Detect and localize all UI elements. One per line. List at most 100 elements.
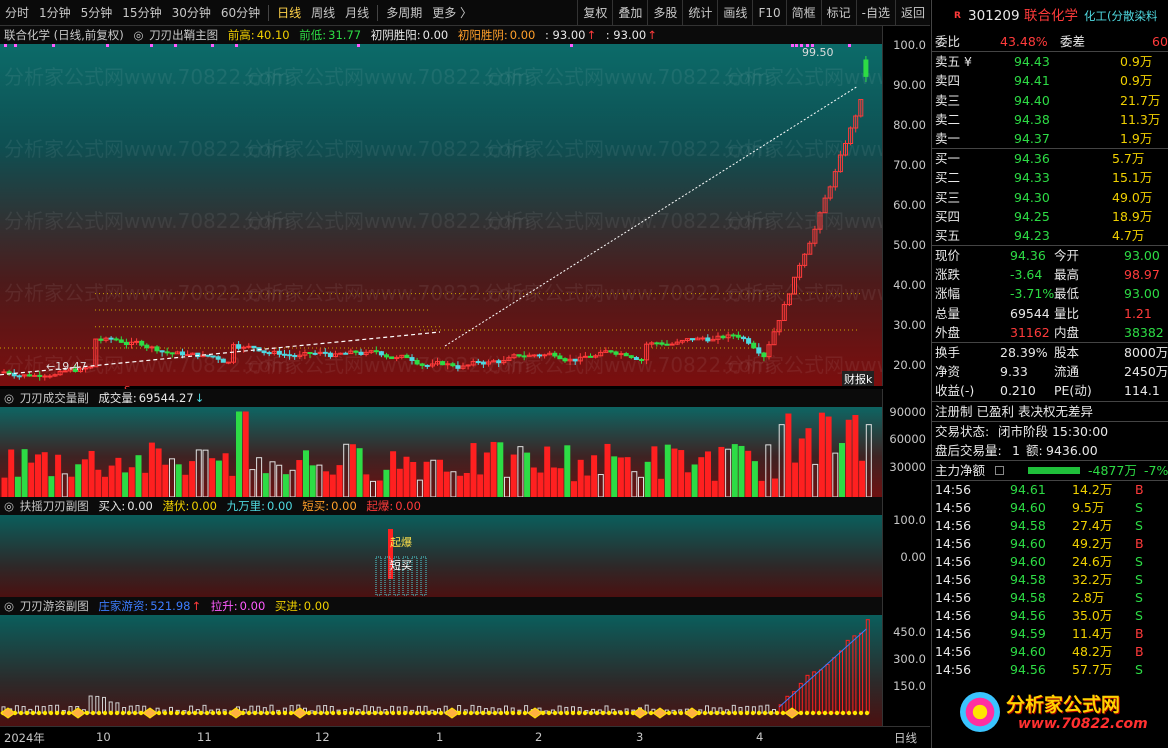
indicator-toggle-icon[interactable]: ◎ — [4, 391, 14, 405]
ask-volume: 1.9万 — [1120, 130, 1153, 146]
candle-body — [516, 354, 522, 357]
watermark-text: 分析家公式网www.70822.com — [724, 281, 882, 305]
ask-row: 卖一 94.37 1.9万 — [932, 129, 1168, 148]
ask-level-label: 卖一 — [935, 130, 961, 146]
industry-link[interactable]: 化工(分散染料 — [1084, 0, 1158, 32]
candle-body — [608, 350, 614, 353]
toolbar-tool-button[interactable]: 画线 — [717, 0, 752, 26]
youzi-indicator-name[interactable]: 刀刃游资副图 — [20, 599, 89, 613]
baseline-dot — [744, 710, 750, 716]
toolbar-tool-button[interactable]: 简框 — [785, 0, 821, 26]
volume-bar — [524, 452, 531, 497]
candle-body — [373, 350, 379, 353]
main-price-chart[interactable]: 分析家公式网www.70822.com 分析家公式网www.70822.com 分析… — [0, 44, 882, 386]
volume-bar — [638, 476, 644, 497]
main-indicator-name[interactable]: 刀刃出鞘主图 — [149, 28, 218, 42]
candle-body — [521, 355, 527, 358]
baseline-dot — [132, 710, 138, 716]
candle-body — [343, 352, 349, 355]
period-label[interactable]: 日线 — [894, 730, 917, 746]
indicator-toggle-icon[interactable]: ◎ — [133, 28, 143, 42]
detail-icon[interactable] — [995, 466, 1004, 476]
bid-book: 买一 94.36 5.7万 买二 94.33 15.1万 买三 94.30 49.0万 买四 94.… — [932, 149, 1168, 245]
baseline-dot — [720, 710, 726, 716]
timeframe-tab[interactable]: 30分钟 — [167, 0, 216, 26]
baseline-dot — [366, 710, 372, 716]
volume-bar — [571, 481, 577, 497]
buy-label: 买入: — [98, 499, 126, 513]
timeframe-tab[interactable]: 1分钟 — [34, 0, 76, 26]
toolbar-tool-button[interactable]: 统计 — [682, 0, 717, 26]
timeframe-tab[interactable]: 周线 — [306, 0, 340, 26]
toolbar-tool-button[interactable]: 返回 — [894, 0, 930, 26]
youzi-chart[interactable] — [0, 615, 882, 726]
fuyao-chart[interactable]: 起爆 短买 — [0, 515, 882, 597]
up-arrow-icon: ↑ — [586, 28, 597, 42]
fuyao-indicator-name[interactable]: 扶摇刀刃副图 — [20, 499, 89, 513]
volume-bar — [329, 474, 336, 497]
candle-body — [654, 342, 660, 345]
toolbar-tool-button[interactable]: F10 — [752, 0, 785, 26]
baseline-dot — [90, 710, 96, 716]
volume-indicator-name[interactable]: 刀刃成交量副 — [20, 391, 89, 405]
fund-value: 28.39% — [1000, 345, 1048, 360]
volume-bar — [684, 472, 691, 497]
fuyao-axis: 100.0 0.00 — [882, 497, 930, 597]
baseline-dot — [30, 710, 36, 716]
toolbar-tool-button[interactable]: 叠加 — [612, 0, 647, 26]
timeframe-tab[interactable]: 日线 — [272, 0, 306, 26]
low-marker: ←19.47 — [46, 360, 87, 373]
x-label-1: 1 — [436, 730, 444, 744]
tick-direction: S — [1135, 518, 1143, 534]
baseline-dot — [522, 710, 528, 716]
timeframe-tab[interactable]: 多周期 — [381, 0, 427, 26]
candle-body — [251, 345, 257, 349]
tick-row: 14:56 94.58 2.8万 S — [932, 589, 1168, 607]
baseline-dot — [42, 710, 48, 716]
timeframe-tab[interactable]: 分时 — [0, 0, 34, 26]
candle-body — [557, 355, 563, 360]
indicator-toggle-icon[interactable]: ◎ — [4, 499, 14, 513]
volume-bar — [711, 480, 718, 497]
indicator-toggle-icon[interactable]: ◎ — [4, 599, 14, 613]
candlestick-chart[interactable]: 分析家公式网www.70822.com 分析家公式网www.70822.com 分析… — [0, 44, 882, 386]
tick-list[interactable]: 14:56 94.61 14.2万 B 14:56 94.60 9.5万 S 14:56 94.5… — [932, 481, 1168, 679]
candle-body — [572, 358, 578, 362]
candle-body — [312, 352, 318, 355]
signal-marker — [235, 44, 238, 47]
timeframe-tab[interactable]: 更多 〉 — [427, 0, 477, 26]
volume-bar — [818, 412, 825, 497]
timeframe-tab[interactable]: 月线 — [340, 0, 374, 26]
volume-chart[interactable] — [0, 407, 882, 497]
toolbar-tool-button[interactable]: 复权 — [577, 0, 612, 26]
axis-tick-label: 60000 — [889, 432, 926, 446]
baseline-dot — [846, 710, 852, 716]
tick-row: 14:56 94.59 11.4万 B — [932, 625, 1168, 643]
candle-body — [445, 363, 451, 366]
baseline-dot — [432, 710, 438, 716]
volume-bar — [597, 474, 604, 497]
volume-bar — [95, 469, 102, 497]
toolbar-tool-button[interactable]: 标记 — [820, 0, 856, 26]
prev-high-value: 40.10 — [256, 28, 290, 42]
volume-bar — [282, 474, 289, 497]
fin-report-tag[interactable]: 财报k — [842, 371, 875, 386]
baseline-dot — [816, 710, 822, 716]
tick-price: 94.59 — [1010, 626, 1046, 642]
signal-marker — [848, 44, 851, 47]
baseline-dot — [354, 710, 360, 716]
toolbar-tool-button[interactable]: -自选 — [855, 0, 895, 26]
stat-row: 现价 94.36 今开 93.00 — [932, 246, 1168, 265]
timeframe-tab[interactable]: 5分钟 — [76, 0, 118, 26]
timeframe-tab[interactable]: 60分钟 — [216, 0, 265, 26]
candle-body — [169, 352, 175, 355]
baseline-dot — [174, 710, 180, 716]
timeframe-tab[interactable]: 15分钟 — [117, 0, 166, 26]
volume-bar — [544, 446, 551, 497]
volume-bar — [316, 464, 323, 497]
toolbar-tool-button[interactable]: 多股 — [647, 0, 682, 26]
x-label-3: 3 — [636, 730, 644, 744]
stat-value: 1.21 — [1124, 305, 1152, 321]
short-value: 0.00 — [331, 499, 357, 513]
candle-body — [531, 354, 537, 357]
